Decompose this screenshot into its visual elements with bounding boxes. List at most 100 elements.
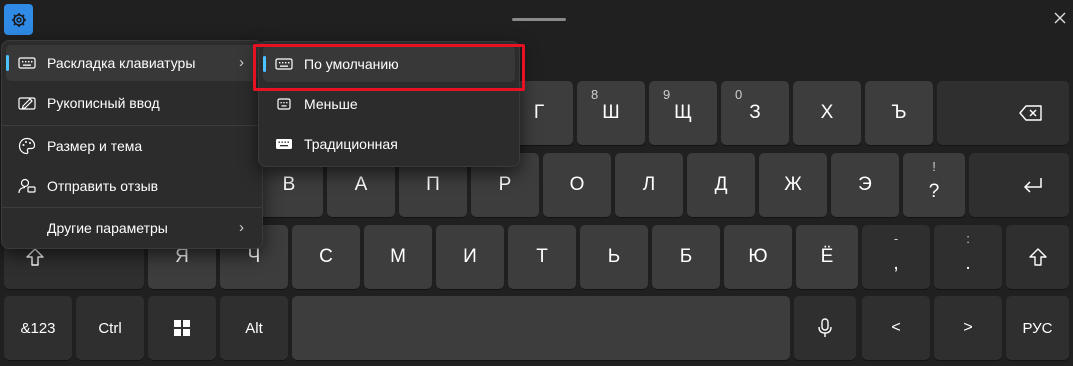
key-l[interactable]: Л — [615, 153, 683, 217]
windows-key[interactable] — [148, 296, 216, 360]
key-label: О — [569, 174, 585, 195]
key-yu[interactable]: Ю — [724, 225, 792, 289]
dictation-key[interactable] — [794, 296, 856, 360]
key-zh[interactable]: Ж — [759, 153, 827, 217]
key-label: Д — [714, 174, 728, 195]
key-label: Г — [533, 102, 545, 123]
key-label: Т — [536, 246, 548, 267]
key-t[interactable]: Т — [508, 225, 576, 289]
key-label: Э — [858, 174, 872, 195]
menu-divider — [2, 125, 262, 126]
key-b[interactable]: Б — [652, 225, 720, 289]
selection-indicator — [6, 55, 9, 71]
settings-menu: Раскладка клавиатуры › Рукописный ввод Р… — [1, 40, 263, 249]
key-o[interactable]: О — [543, 153, 611, 217]
key-label: Ю — [748, 246, 768, 267]
menu-item-send-feedback[interactable]: Отправить отзыв — [6, 168, 258, 204]
key-secondary: : — [966, 231, 970, 246]
enter-icon — [1023, 178, 1042, 193]
drag-handle[interactable] — [512, 18, 566, 21]
key-label: Ъ — [891, 102, 907, 123]
menu-item-label: Меньше — [304, 96, 358, 112]
key-soft-sign[interactable]: Ь — [580, 225, 648, 289]
key-label: Я — [175, 246, 189, 267]
shift-icon — [26, 248, 44, 266]
windows-logo-icon — [174, 320, 190, 336]
key-h[interactable]: Х — [793, 81, 861, 145]
space-key[interactable] — [292, 296, 790, 360]
key-label: Ч — [247, 246, 261, 267]
language-key[interactable]: РУС — [1006, 296, 1069, 360]
keyboard-small-icon — [275, 95, 293, 113]
pen-handwriting-icon — [18, 94, 36, 112]
key-label: З — [749, 102, 761, 123]
menu-item-label: Другие параметры — [47, 220, 168, 236]
highlight-annotation — [253, 44, 525, 91]
key-e[interactable]: Э — [831, 153, 899, 217]
arrow-left-key[interactable]: < — [862, 296, 930, 360]
key-sh[interactable]: 8 Ш — [577, 81, 645, 145]
touch-keyboard: Г 8 Ш 9 Щ 0 З Х Ъ В А П Р О Л Д Ж Э ! ? … — [0, 0, 1073, 366]
settings-button[interactable] — [4, 4, 33, 35]
key-secondary: 8 — [591, 87, 599, 102]
key-label: М — [390, 246, 406, 267]
key-label: &123 — [20, 319, 56, 337]
chevron-right-icon: › — [239, 219, 244, 236]
menu-divider — [2, 207, 262, 208]
key-comma[interactable]: - , — [862, 225, 930, 289]
key-secondary: 0 — [735, 87, 743, 102]
key-label: Ш — [602, 102, 620, 123]
key-yo[interactable]: Ё — [796, 225, 858, 289]
key-label: . — [965, 253, 971, 274]
symbols-key[interactable]: &123 — [4, 296, 72, 360]
submenu-item-traditional[interactable]: Традиционная — [263, 126, 515, 162]
key-period[interactable]: : . — [934, 225, 1002, 289]
key-hard-sign[interactable]: Ъ — [865, 81, 933, 145]
key-label: Alt — [245, 319, 263, 337]
key-label: Щ — [674, 102, 692, 123]
key-label: Ctrl — [98, 319, 122, 337]
key-secondary: 9 — [663, 87, 671, 102]
key-s[interactable]: С — [292, 225, 360, 289]
key-label: Ж — [784, 174, 802, 195]
key-label: Б — [679, 246, 693, 267]
menu-item-handwriting[interactable]: Рукописный ввод — [6, 85, 258, 121]
palette-icon — [18, 137, 36, 155]
menu-item-size-theme[interactable]: Размер и тема — [6, 128, 258, 164]
chevron-left-icon: < — [891, 319, 901, 336]
key-shch[interactable]: 9 Щ — [649, 81, 717, 145]
backspace-icon — [1019, 105, 1042, 121]
key-z[interactable]: 0 З — [721, 81, 789, 145]
alt-key[interactable]: Alt — [220, 296, 288, 360]
menu-item-more-settings[interactable]: Другие параметры › — [6, 210, 258, 246]
shift-key-right[interactable] — [1006, 225, 1069, 289]
enter-key[interactable] — [969, 153, 1069, 217]
gear-icon — [11, 12, 26, 27]
key-label: , — [893, 253, 899, 274]
menu-item-label: Отправить отзыв — [47, 178, 159, 194]
key-label: П — [426, 174, 440, 195]
ctrl-key[interactable]: Ctrl — [76, 296, 144, 360]
backspace-key[interactable] — [937, 81, 1069, 145]
keyboard-icon — [18, 54, 36, 72]
key-label: В — [282, 174, 296, 195]
key-label: ? — [928, 181, 940, 202]
key-label: Х — [820, 102, 834, 123]
key-label: РУС — [1022, 319, 1053, 337]
key-label: Р — [498, 174, 512, 195]
submenu-item-smaller[interactable]: Меньше — [263, 86, 515, 122]
key-label: А — [354, 174, 368, 195]
key-question[interactable]: ! ? — [903, 153, 965, 217]
arrow-right-key[interactable]: > — [934, 296, 1002, 360]
key-i[interactable]: И — [436, 225, 504, 289]
menu-item-label: Раскладка клавиатуры — [47, 55, 196, 71]
close-button[interactable] — [1052, 10, 1068, 26]
key-label: С — [319, 246, 333, 267]
keyboard-traditional-icon — [275, 135, 293, 153]
menu-item-keyboard-layout[interactable]: Раскладка клавиатуры › — [6, 45, 258, 81]
key-secondary: - — [893, 231, 899, 246]
key-m[interactable]: М — [364, 225, 432, 289]
key-d[interactable]: Д — [687, 153, 755, 217]
key-label: Ё — [820, 246, 834, 267]
menu-item-label: Рукописный ввод — [47, 95, 160, 111]
